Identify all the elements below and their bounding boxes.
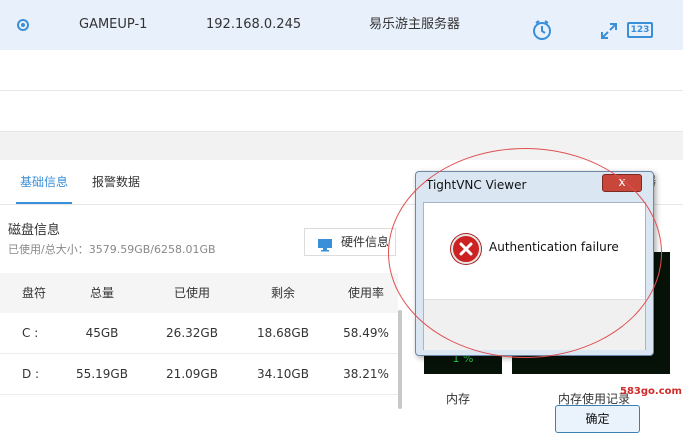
- table-cell: 45GB: [85, 326, 119, 340]
- table-cell: 21.09GB: [166, 367, 218, 381]
- table-cell: 26.32GB: [166, 326, 218, 340]
- table-scrollbar[interactable]: [398, 310, 402, 409]
- hardware-info-label: 硬件信息: [341, 235, 390, 249]
- column-header: 剩余: [270, 286, 295, 300]
- expand-icon[interactable]: [600, 22, 618, 44]
- table-cell: D :: [22, 367, 40, 381]
- dialog-close-button[interactable]: x: [602, 174, 642, 192]
- tightvnc-error-dialog: TightVNC Viewer x Authentication failure…: [415, 171, 654, 433]
- dialog-title: TightVNC Viewer: [426, 178, 527, 192]
- error-icon: [451, 234, 481, 264]
- table-row[interactable]: C : 45GB 26.32GB 18.68GB 58.49%: [0, 313, 398, 354]
- watermark: 583go.com: [620, 386, 682, 397]
- column-header: 总量: [89, 286, 114, 300]
- dialog-body: Authentication failure 确定: [423, 202, 646, 433]
- table-cell: 38.21%: [343, 367, 389, 381]
- server-name: GAMEUP-1: [79, 17, 148, 32]
- tab-alarm-data[interactable]: 报警数据: [92, 160, 140, 204]
- hardware-info-button[interactable]: 硬件信息: [304, 228, 396, 256]
- server-type: 易乐游主服务器: [369, 17, 461, 32]
- table-cell: 58.49%: [343, 326, 389, 340]
- section-divider: [0, 132, 683, 160]
- table-cell: 34.10GB: [257, 367, 309, 381]
- server-list-empty-row: [0, 50, 683, 91]
- table-cell: C :: [22, 326, 39, 340]
- clock-icon[interactable]: [531, 19, 553, 45]
- ok-button[interactable]: 确定: [555, 405, 640, 433]
- table-row[interactable]: D : 55.19GB 21.09GB 34.10GB 38.21%: [0, 354, 398, 395]
- tab-basic-info[interactable]: 基础信息: [15, 160, 73, 204]
- table-cell: 18.68GB: [257, 326, 309, 340]
- keyboard-123-icon[interactable]: 123: [627, 22, 653, 38]
- disk-info-title: 磁盘信息: [8, 223, 61, 238]
- server-ip: 192.168.0.245: [206, 17, 302, 32]
- column-header: 使用率: [347, 286, 384, 300]
- table-header: 盘符 总量 已使用 剩余 使用率: [0, 273, 398, 313]
- disk-table: 盘符 总量 已使用 剩余 使用率 C : 45GB 26.32GB 18.68G…: [0, 273, 398, 409]
- server-row[interactable]: GAMEUP-1 192.168.0.245 易乐游主服务器 123: [0, 0, 683, 50]
- server-list-empty-row: [0, 91, 683, 132]
- memory-label: 内存: [446, 392, 471, 406]
- server-radio[interactable]: [17, 19, 29, 31]
- dialog-message: Authentication failure: [489, 240, 619, 254]
- dialog-footer: 确定: [424, 299, 645, 433]
- disk-usage-summary: 已使用/总大小：3579.59GB/6258.01GB: [8, 243, 216, 256]
- monitor-icon: [317, 235, 333, 261]
- table-cell: 55.19GB: [76, 367, 128, 381]
- column-header: 盘符: [22, 286, 47, 300]
- column-header: 已使用: [173, 286, 210, 300]
